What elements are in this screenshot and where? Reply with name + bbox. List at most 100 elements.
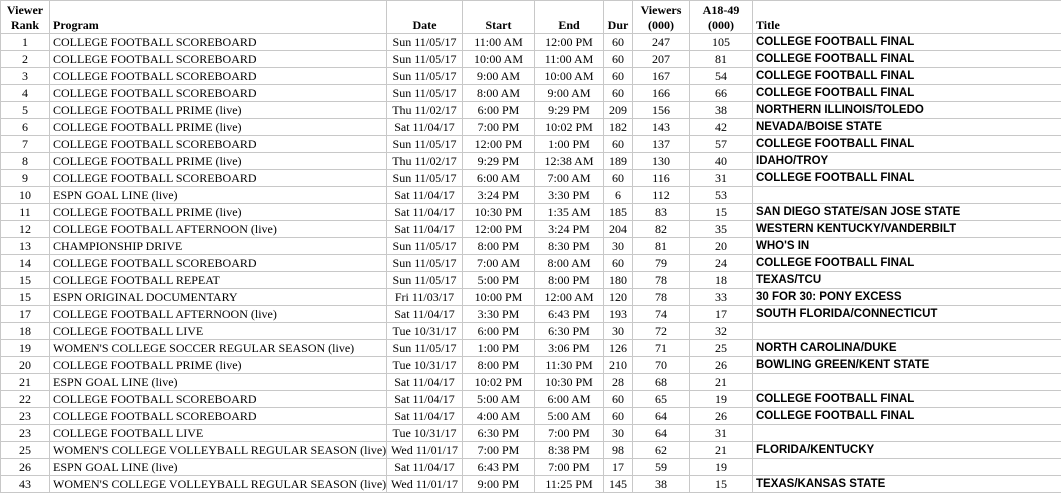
cell-start: 10:00 AM: [462, 50, 535, 68]
cell-start: 6:00 PM: [462, 101, 535, 119]
cell-start: 12:00 PM: [462, 220, 535, 238]
cell-viewers: 65: [632, 390, 690, 408]
cell-viewers: 82: [632, 220, 690, 238]
header-rank-line2: Rank: [10, 18, 39, 32]
cell-viewers: 71: [632, 339, 690, 357]
cell-program: COLLEGE FOOTBALL REPEAT: [49, 271, 387, 289]
cell-rank: 23: [0, 424, 50, 442]
header-dur[interactable]: Dur: [603, 0, 633, 34]
header-rank[interactable]: Viewer Rank: [0, 0, 50, 34]
cell-date: Sun 11/05/17: [386, 67, 463, 85]
table-row[interactable]: 7 COLLEGE FOOTBALL SCOREBOARD Sun 11/05/17…: [0, 135, 1061, 153]
cell-program: COLLEGE FOOTBALL PRIME (live): [49, 101, 387, 119]
cell-a1849: 19: [689, 458, 753, 476]
cell-program: COLLEGE FOOTBALL SCOREBOARD: [49, 33, 387, 51]
table-row[interactable]: 6 COLLEGE FOOTBALL PRIME (live) Sat 11/04/…: [0, 118, 1061, 136]
table-row[interactable]: 10 ESPN GOAL LINE (live) Sat 11/04/17 3:24 …: [0, 186, 1061, 204]
cell-date: Tue 10/31/17: [386, 356, 463, 374]
cell-viewers: 81: [632, 237, 690, 255]
table-row[interactable]: 12 COLLEGE FOOTBALL AFTERNOON (live) Sat 1…: [0, 220, 1061, 238]
cell-end: 11:25 PM: [534, 475, 604, 493]
cell-program: COLLEGE FOOTBALL SCOREBOARD: [49, 254, 387, 272]
table-row[interactable]: 18 COLLEGE FOOTBALL LIVE Tue 10/31/17 6:00 …: [0, 322, 1061, 340]
header-a1849[interactable]: A18-49 (000): [689, 0, 753, 34]
cell-title: COLLEGE FOOTBALL FINAL: [752, 254, 1061, 272]
table-row[interactable]: 20 COLLEGE FOOTBALL PRIME (live) Tue 10/31…: [0, 356, 1061, 374]
cell-title: COLLEGE FOOTBALL FINAL: [752, 135, 1061, 153]
cell-date: Sat 11/04/17: [386, 118, 463, 136]
table-row[interactable]: 9 COLLEGE FOOTBALL SCOREBOARD Sun 11/05/17…: [0, 169, 1061, 187]
cell-rank: 23: [0, 407, 50, 425]
cell-program: COLLEGE FOOTBALL PRIME (live): [49, 152, 387, 170]
table-row[interactable]: 17 COLLEGE FOOTBALL AFTERNOON (live) Sat 1…: [0, 305, 1061, 323]
cell-dur: 60: [603, 67, 633, 85]
cell-title: NORTH CAROLINA/DUKE: [752, 339, 1061, 357]
cell-viewers: 137: [632, 135, 690, 153]
table-row[interactable]: 1 COLLEGE FOOTBALL SCOREBOARD Sun 11/05/17…: [0, 33, 1061, 51]
header-date[interactable]: Date: [386, 0, 463, 34]
cell-dur: 189: [603, 152, 633, 170]
cell-start: 9:29 PM: [462, 152, 535, 170]
header-row: Viewer Rank Program Date Start End Dur V…: [0, 0, 1061, 34]
table-row[interactable]: 21 ESPN GOAL LINE (live) Sat 11/04/17 10:02…: [0, 373, 1061, 391]
cell-dur: 28: [603, 373, 633, 391]
cell-viewers: 68: [632, 373, 690, 391]
cell-start: 9:00 PM: [462, 475, 535, 493]
cell-viewers: 78: [632, 288, 690, 306]
cell-program: COLLEGE FOOTBALL LIVE: [49, 424, 387, 442]
cell-dur: 30: [603, 322, 633, 340]
table-row[interactable]: 23 COLLEGE FOOTBALL LIVE Tue 10/31/17 6:30 …: [0, 424, 1061, 442]
header-end[interactable]: End: [534, 0, 604, 34]
cell-end: 3:30 PM: [534, 186, 604, 204]
table-row[interactable]: 15 COLLEGE FOOTBALL REPEAT Sun 11/05/17 5:0…: [0, 271, 1061, 289]
cell-program: COLLEGE FOOTBALL SCOREBOARD: [49, 50, 387, 68]
cell-title: COLLEGE FOOTBALL FINAL: [752, 84, 1061, 102]
cell-title: COLLEGE FOOTBALL FINAL: [752, 407, 1061, 425]
table-row[interactable]: 15 ESPN ORIGINAL DOCUMENTARY Fri 11/03/17 1…: [0, 288, 1061, 306]
header-viewers[interactable]: Viewers (000): [632, 0, 690, 34]
cell-rank: 12: [0, 220, 50, 238]
cell-dur: 210: [603, 356, 633, 374]
header-viewers-line2: (000): [648, 18, 674, 32]
table-row[interactable]: 26 ESPN GOAL LINE (live) Sat 11/04/17 6:43 …: [0, 458, 1061, 476]
cell-date: Sun 11/05/17: [386, 50, 463, 68]
table-row[interactable]: 3 COLLEGE FOOTBALL SCOREBOARD Sun 11/05/17…: [0, 67, 1061, 85]
table-row[interactable]: 5 COLLEGE FOOTBALL PRIME (live) Thu 11/02/…: [0, 101, 1061, 119]
cell-end: 1:00 PM: [534, 135, 604, 153]
table-row[interactable]: 11 COLLEGE FOOTBALL PRIME (live) Sat 11/04…: [0, 203, 1061, 221]
cell-start: 8:00 AM: [462, 84, 535, 102]
table-row[interactable]: 14 COLLEGE FOOTBALL SCOREBOARD Sun 11/05/1…: [0, 254, 1061, 272]
table-row[interactable]: 13 CHAMPIONSHIP DRIVE Sun 11/05/17 8:00 PM 8…: [0, 237, 1061, 255]
header-start[interactable]: Start: [462, 0, 535, 34]
cell-viewers: 59: [632, 458, 690, 476]
table-row[interactable]: 43 WOMEN'S COLLEGE VOLLEYBALL REGULAR SEA…: [0, 475, 1061, 493]
table-row[interactable]: 2 COLLEGE FOOTBALL SCOREBOARD Sun 11/05/17…: [0, 50, 1061, 68]
table-row[interactable]: 8 COLLEGE FOOTBALL PRIME (live) Thu 11/02/…: [0, 152, 1061, 170]
cell-dur: 60: [603, 84, 633, 102]
table-row[interactable]: 4 COLLEGE FOOTBALL SCOREBOARD Sun 11/05/17…: [0, 84, 1061, 102]
cell-start: 10:30 PM: [462, 203, 535, 221]
header-program[interactable]: Program: [49, 0, 387, 34]
cell-rank: 25: [0, 441, 50, 459]
cell-rank: 21: [0, 373, 50, 391]
header-title[interactable]: Title: [752, 0, 1061, 34]
cell-viewers: 116: [632, 169, 690, 187]
table-row[interactable]: 23 COLLEGE FOOTBALL SCOREBOARD Sat 11/04/1…: [0, 407, 1061, 425]
cell-end: 5:00 AM: [534, 407, 604, 425]
cell-title: [752, 424, 1061, 442]
cell-end: 8:00 AM: [534, 254, 604, 272]
cell-date: Fri 11/03/17: [386, 288, 463, 306]
table-row[interactable]: 25 WOMEN'S COLLEGE VOLLEYBALL REGULAR SEA…: [0, 441, 1061, 459]
cell-viewers: 38: [632, 475, 690, 493]
cell-dur: 60: [603, 50, 633, 68]
cell-title: [752, 322, 1061, 340]
table-row[interactable]: 19 WOMEN'S COLLEGE SOCCER REGULAR SEASON …: [0, 339, 1061, 357]
cell-title: [752, 186, 1061, 204]
cell-title: COLLEGE FOOTBALL FINAL: [752, 50, 1061, 68]
cell-program: WOMEN'S COLLEGE VOLLEYBALL REGULAR SEASO…: [49, 441, 387, 459]
cell-a1849: 54: [689, 67, 753, 85]
table-row[interactable]: 22 COLLEGE FOOTBALL SCOREBOARD Sat 11/04/1…: [0, 390, 1061, 408]
cell-dur: 204: [603, 220, 633, 238]
cell-title: 30 FOR 30: PONY EXCESS: [752, 288, 1061, 306]
cell-end: 11:30 PM: [534, 356, 604, 374]
